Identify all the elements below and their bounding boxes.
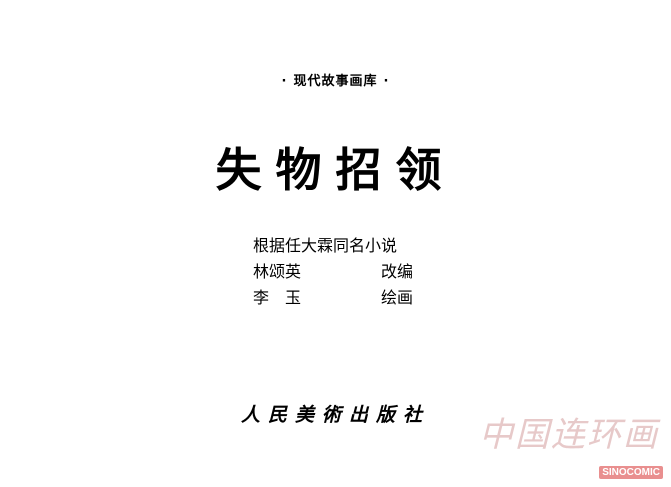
page-title: 失物招领 — [215, 143, 456, 197]
watermark-logo: 中国连环画 SINOCOMIC — [479, 407, 663, 479]
series-name: · 现代故事画库 · — [0, 70, 671, 89]
credit-source-row: 根据任大霖同名小说 — [253, 233, 423, 259]
series-dot-left: · — [281, 74, 288, 89]
series-dot-right: · — [383, 74, 390, 89]
illustrator-name: 李 玉 — [253, 288, 302, 307]
adapter-role: 改编 — [381, 262, 414, 281]
adapter-name: 林颂英 — [253, 262, 302, 281]
watermark-text: 中国连环画 — [479, 415, 659, 455]
series-name-text: 现代故事画库 — [293, 74, 378, 89]
credits-block: 根据任大霖同名小说 林颂英 改编 李 玉 绘画 — [253, 233, 423, 311]
watermark-badge: SINOCOMIC — [599, 466, 663, 479]
credit-adapter-row: 林颂英 改编 — [253, 259, 423, 285]
illustrator-role: 绘画 — [381, 288, 414, 307]
credit-source: 根据任大霖同名小说 — [253, 236, 398, 255]
credit-illustrator-row: 李 玉 绘画 — [253, 285, 423, 311]
